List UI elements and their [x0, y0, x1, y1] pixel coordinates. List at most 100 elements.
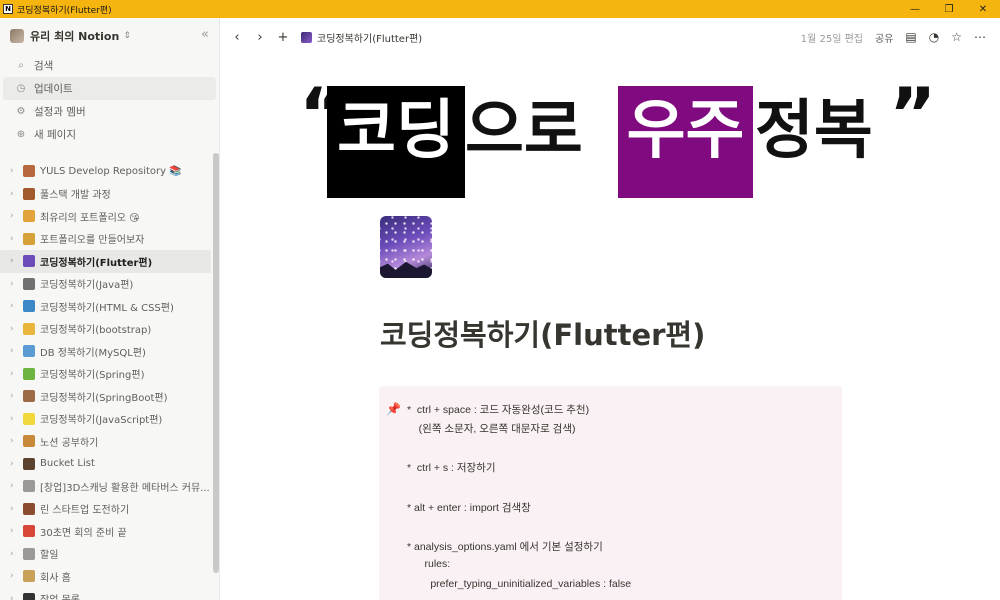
sidebar-new-page[interactable]: ⊕ 새 페이지 — [3, 123, 216, 146]
callout-block[interactable]: 📌 * ctrl + space : 코드 자동완성(코드 추천) (왼쪽 소문… — [379, 386, 842, 600]
chevron-right-icon[interactable]: › — [10, 459, 20, 469]
chevron-right-icon[interactable]: › — [10, 301, 20, 311]
chevron-right-icon[interactable]: › — [10, 369, 20, 379]
share-button[interactable]: 공유 — [875, 30, 893, 45]
star-icon[interactable]: ☆ — [951, 30, 962, 44]
sidebar-page-label: 코딩정복하기(JavaScript편) — [40, 415, 163, 427]
sidebar-settings[interactable]: ⚙ 설정과 멤버 — [3, 100, 216, 123]
breadcrumb[interactable]: 코딩정복하기(Flutter편) — [301, 30, 422, 45]
sidebar-search[interactable]: ⌕ 검색 — [3, 54, 216, 77]
gear-icon: ⚙ — [16, 106, 26, 117]
sidebar-page-item[interactable]: › Bucket List — [0, 453, 211, 476]
topbar: ‹ › + 코딩정복하기(Flutter편) 1월 25일 편집 공유 ▤ ◔ … — [220, 18, 1000, 56]
back-icon[interactable]: ‹ — [231, 30, 243, 45]
sidebar-menu-label: 업데이트 — [34, 83, 73, 95]
sidebar-page-item[interactable]: › 포트폴리오를 만들어보자 — [0, 228, 211, 251]
chevron-right-icon[interactable]: › — [10, 549, 20, 559]
page-title[interactable]: 코딩정복하기(Flutter편) — [380, 312, 705, 354]
chevron-right-icon[interactable]: › — [10, 189, 20, 199]
callout-line: (왼쪽 소문자, 오른쪽 대문자로 검색) — [407, 423, 576, 435]
sidebar-page-item[interactable]: › 코딩정복하기(Java편) — [0, 273, 211, 296]
sidebar-page-label: 코딩정복하기(Flutter편) — [40, 257, 153, 269]
comment-icon[interactable]: ▤ — [905, 30, 916, 44]
sidebar-page-item[interactable]: › 작업 목록 — [0, 588, 211, 600]
close-button[interactable]: ✕ — [966, 0, 1000, 18]
chevron-right-icon[interactable]: › — [10, 234, 20, 244]
maximize-button[interactable]: ❐ — [932, 0, 966, 18]
chevron-right-icon[interactable]: › — [10, 481, 20, 491]
sidebar-page-label: Bucket List — [40, 458, 95, 470]
sidebar-page-item[interactable]: › DB 정복하기(MySQL편) — [0, 340, 211, 363]
chevron-right-icon[interactable]: › — [10, 414, 20, 424]
history-icon[interactable]: ◔ — [929, 30, 939, 44]
sidebar-page-item[interactable]: › 린 스타트업 도전하기 — [0, 498, 211, 521]
sidebar-page-item[interactable]: › 코딩정복하기(SpringBoot편) — [0, 385, 211, 408]
chevron-right-icon[interactable]: › — [10, 279, 20, 289]
pushpin-icon: 📌 — [386, 402, 401, 416]
collapse-sidebar-icon[interactable]: « — [201, 27, 209, 42]
cover-banner[interactable]: “ 코딩 으로 우주 정복 ” — [299, 72, 936, 203]
sidebar-page-item[interactable]: › 코딩정복하기(Spring편) — [0, 363, 211, 386]
sidebar-page-item[interactable]: › 코딩정복하기(bootstrap) — [0, 318, 211, 341]
sidebar-scrollbar[interactable] — [213, 153, 219, 573]
bucket-icon — [23, 457, 35, 470]
plus-icon[interactable]: + — [277, 30, 289, 45]
chevron-right-icon[interactable]: › — [10, 324, 20, 334]
sidebar: 유리 최의 Notion ⇕ « ⌕ 검색 ◷ 업데이트 ⚙ 설정과 멤버 ⊕ … — [0, 18, 220, 600]
chevron-right-icon[interactable]: › — [10, 166, 20, 176]
chevron-right-icon[interactable]: › — [10, 571, 20, 581]
sidebar-page-item[interactable]: › 30초면 회의 준비 끝 — [0, 520, 211, 543]
callout-line: * analysis_options.yaml 에서 기본 설정하기 — [407, 541, 603, 553]
sidebar-page-label: 코딩정복하기(Spring편) — [40, 370, 145, 382]
trophy-icon — [23, 232, 35, 245]
callout-line: * ctrl + space : 코드 자동완성(코드 추천) — [407, 404, 590, 416]
sidebar-page-item[interactable]: › 코딩정복하기(JavaScript편) — [0, 408, 211, 431]
sidebar-page-label: 30초면 회의 준비 끝 — [40, 527, 127, 539]
sidebar-page-item[interactable]: › 노션 공부하기 — [0, 430, 211, 453]
rocket-icon — [23, 502, 35, 515]
forward-icon[interactable]: › — [254, 30, 266, 45]
sidebar-page-label: 코딩정복하기(Java편) — [40, 280, 134, 292]
sidebar-page-item[interactable]: › 코딩정복하기(HTML & CSS편) — [0, 295, 211, 318]
sidebar-updates[interactable]: ◷ 업데이트 — [3, 77, 216, 100]
sidebar-page-label: 포트폴리오를 만들어보자 — [40, 235, 145, 247]
plus-circle-icon: ⊕ — [16, 129, 26, 140]
house-icon — [23, 570, 35, 583]
sidebar-page-item[interactable]: › 코딩정복하기(Flutter편) — [0, 250, 211, 273]
more-icon[interactable]: ⋯ — [974, 30, 986, 44]
chevron-right-icon[interactable]: › — [10, 436, 20, 446]
page-galaxy-icon[interactable] — [380, 216, 432, 278]
clock-icon: ◷ — [16, 83, 26, 94]
page-tree: › YULS Develop Repository 📚 › 풀스택 개발 과정 › 최유리… — [0, 160, 219, 600]
ant-icon — [23, 187, 35, 200]
banner-word-3: 우주 — [618, 86, 753, 198]
sidebar-page-item[interactable]: › 최유리의 포트폴리오 😘 — [0, 205, 211, 228]
chevron-right-icon[interactable]: › — [10, 504, 20, 514]
galaxy-icon — [23, 255, 35, 268]
callout-line: * alt + enter : import 검색창 — [407, 502, 531, 514]
chevron-right-icon[interactable]: › — [10, 391, 20, 401]
chevron-updown-icon: ⇕ — [123, 31, 131, 41]
chevron-right-icon[interactable]: › — [10, 526, 20, 536]
banner-quote-close: ” — [889, 72, 937, 156]
page-icon — [23, 480, 35, 493]
sidebar-page-label: 코딩정복하기(HTML & CSS편) — [40, 302, 174, 314]
callout-line: rules: — [407, 558, 451, 570]
avatar — [10, 29, 24, 43]
sidebar-page-item[interactable]: › 할일 — [0, 543, 211, 566]
sidebar-page-item[interactable]: › YULS Develop Repository 📚 — [0, 160, 211, 183]
chevron-right-icon[interactable]: › — [10, 346, 20, 356]
minimize-button[interactable]: — — [898, 0, 932, 18]
callout-line: * ctrl + s : 저장하기 — [407, 462, 496, 474]
sidebar-page-label: 노션 공부하기 — [40, 437, 99, 449]
sidebar-page-item[interactable]: › 풀스택 개발 과정 — [0, 183, 211, 206]
sidebar-page-label: 코딩정복하기(bootstrap) — [40, 325, 152, 337]
sidebar-page-item[interactable]: › 회사 홈 — [0, 565, 211, 588]
chevron-right-icon[interactable]: › — [10, 256, 20, 266]
sidebar-page-label: [창업]3D스캐닝 활용한 메타버스 커뮤... — [40, 482, 210, 494]
chevron-right-icon[interactable]: › — [10, 594, 20, 600]
chevron-right-icon[interactable]: › — [10, 211, 20, 221]
sidebar-page-label: 린 스타트업 도전하기 — [40, 505, 130, 517]
sidebar-page-item[interactable]: › [창업]3D스캐닝 활용한 메타버스 커뮤... — [0, 475, 211, 498]
workspace-switcher[interactable]: 유리 최의 Notion ⇕ — [0, 18, 219, 54]
